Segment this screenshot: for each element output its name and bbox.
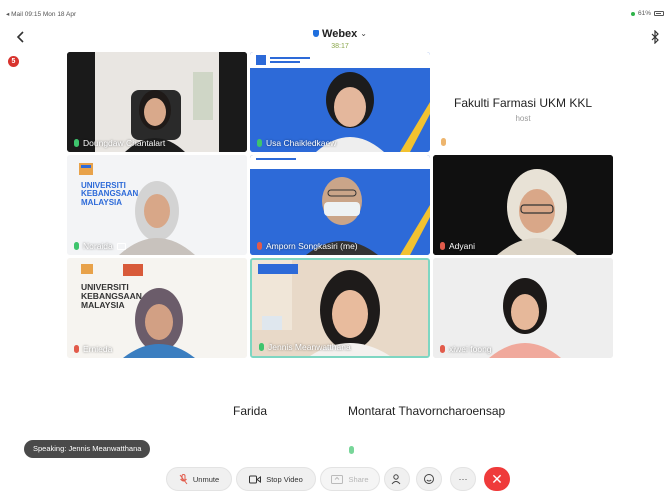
participant-name: xiwei foong (449, 344, 492, 354)
participant-video (250, 155, 430, 255)
back-chevron-icon[interactable] (14, 30, 28, 44)
microphone-icon (441, 138, 446, 146)
tile-label: Ernieda (74, 344, 112, 354)
meeting-controls: Unmute Stop Video Share ··· ✕ (0, 467, 670, 492)
bluetooth-icon[interactable] (650, 30, 660, 44)
battery-icon (654, 11, 664, 16)
video-tile-usa[interactable]: Usa Chaikledkaew (250, 52, 430, 152)
stop-video-label: Stop Video (266, 474, 303, 484)
participant-video (433, 258, 613, 358)
muted-microphone-icon (179, 473, 188, 484)
muted-microphone-icon (74, 345, 79, 353)
participant-name: Jennis Meanwatthana (268, 342, 351, 352)
notification-badge[interactable]: 5 (8, 56, 19, 67)
unmute-label: Unmute (192, 474, 220, 484)
share-label: Share (348, 474, 369, 484)
camera-indicator-icon (630, 11, 635, 16)
microphone-icon (74, 139, 79, 147)
tile-label: Amporn Songkasiri (me) (257, 241, 358, 251)
tile-label: Adyani (440, 241, 475, 251)
video-tile-noraida[interactable]: UNIVERSITI KEBANGSAAN MALAYSIA Noraida (67, 155, 247, 255)
video-camera-icon (249, 475, 262, 483)
tile-label: xiwei foong (440, 344, 492, 354)
tile-label: Usa Chaikledkaew (257, 138, 336, 148)
participant-name: Usa Chaikledkaew (266, 138, 337, 148)
video-tile-doungdaw[interactable]: Doungdaw Chantalart (67, 52, 247, 152)
audio-participant-tile[interactable]: Fakulti Farmasi UKM KKL host (433, 52, 613, 152)
more-options-button[interactable]: ··· (450, 467, 476, 491)
participant-name: Noraida (83, 241, 113, 251)
participants-button[interactable] (384, 467, 410, 491)
secure-shield-icon (313, 30, 320, 37)
battery-percent: 61% (637, 10, 651, 17)
meeting-timer: 38:17 (331, 43, 349, 50)
participant-name: Amporn Songkasiri (me) (266, 241, 358, 251)
status-bar-indicators: 61% (630, 10, 664, 17)
stop-video-button[interactable]: Stop Video (236, 467, 316, 491)
participant-name-montarat[interactable]: Montarat Thavorncharoensap (348, 404, 505, 418)
status-bar: ◂ Mail 09:15 Mon 18 Apr 61% (0, 0, 670, 22)
video-tile-xiwei[interactable]: xiwei foong (433, 258, 613, 358)
more-dots-icon: ··· (458, 474, 468, 484)
reaction-smiley-icon (424, 474, 434, 484)
meeting-header[interactable]: Webex ⌄ 38:17 (300, 24, 380, 50)
speaking-indicator: Speaking: Jennis Meanwatthana (24, 440, 151, 458)
chevron-down-icon: ⌄ (360, 29, 367, 38)
meeting-title[interactable]: Webex ⌄ (313, 28, 367, 40)
participant-video (433, 155, 613, 255)
audio-participant-name: Fakulti Farmasi UKM KKL (453, 96, 593, 110)
unmute-button[interactable]: Unmute (166, 467, 232, 491)
end-call-button[interactable]: ✕ (484, 467, 510, 491)
microphone-icon (257, 139, 262, 147)
microphone-icon (259, 343, 264, 351)
microphone-icon (349, 446, 354, 454)
microphone-icon (74, 242, 79, 250)
video-tile-amporn-self[interactable]: Amporn Songkasiri (me) (250, 155, 430, 255)
participant-name: Doungdaw Chantalart (83, 138, 166, 148)
tile-label: Doungdaw Chantalart (74, 138, 165, 148)
participant-name: Adyani (449, 241, 475, 251)
participant-video (67, 52, 247, 152)
close-icon: ✕ (491, 470, 503, 487)
tile-label: Jennis Meanwatthana (259, 342, 351, 352)
university-backdrop-text: UNIVERSITI KEBANGSAAN MALAYSIA (81, 181, 139, 207)
status-bar-time: ◂ Mail 09:15 Mon 18 Apr (6, 11, 77, 18)
app-title: Webex (322, 27, 358, 40)
host-label: host (515, 114, 531, 123)
video-tile-jennis-active-speaker[interactable]: Jennis Meanwatthana (250, 258, 430, 358)
muted-microphone-icon (440, 242, 445, 250)
share-button[interactable]: Share (320, 467, 380, 491)
muted-microphone-icon (440, 345, 445, 353)
participants-icon (391, 474, 401, 485)
participant-name-farida[interactable]: Farida (233, 404, 267, 418)
muted-microphone-icon (257, 242, 262, 250)
tile-label: Noraida (74, 241, 126, 251)
screen-share-icon (116, 242, 126, 250)
university-backdrop-text: UNIVERSITI KEBANGSAAN MALAYSIA (81, 282, 142, 310)
share-screen-icon (331, 474, 344, 484)
video-tile-adyani[interactable]: Adyani (433, 155, 613, 255)
video-tile-ernieda[interactable]: UNIVERSITI KEBANGSAAN MALAYSIA Ernieda (67, 258, 247, 358)
reactions-button[interactable] (416, 467, 442, 491)
participant-name: Ernieda (83, 344, 113, 354)
participant-video (250, 52, 430, 152)
